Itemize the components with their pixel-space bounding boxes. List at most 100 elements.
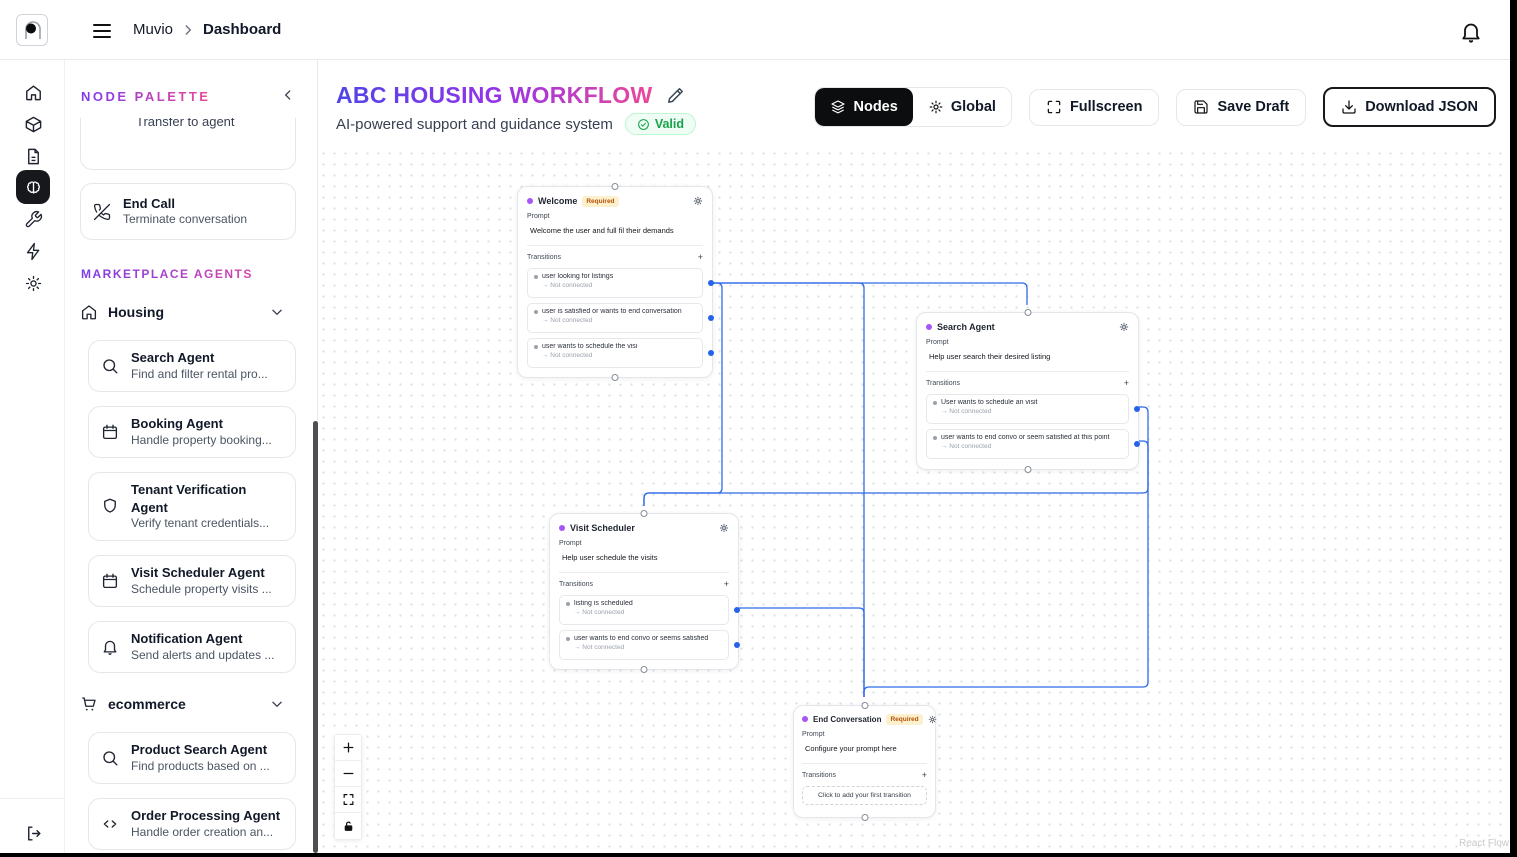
agent-title: Order Processing Agent [131,807,280,825]
node-welcome[interactable]: Welcome Required Prompt Welcome the user… [517,186,713,378]
node-visit-scheduler[interactable]: Visit Scheduler Prompt Help user schedul… [549,513,739,670]
prompt-label: Prompt [559,540,729,549]
add-transition-icon[interactable]: + [698,252,703,262]
tab-global[interactable]: Global [913,88,1011,126]
fullscreen-button[interactable]: Fullscreen [1029,89,1160,126]
prompt-text[interactable]: Help user schedule the visits [562,553,729,563]
node-handle-top[interactable] [1024,309,1031,316]
download-json-button[interactable]: Download JSON [1323,87,1496,127]
agent-card-search[interactable]: Search Agent Find and filter rental pro.… [88,340,296,392]
save-draft-button[interactable]: Save Draft [1176,89,1306,126]
palette-card-transfer-call[interactable]: Transfer to agent [80,118,296,170]
rail-zap-icon[interactable] [16,234,50,268]
rail-wrench-icon[interactable] [16,202,50,236]
node-handle-top[interactable] [612,183,619,190]
transition-label: user wants to end convo or seems satisfi… [574,635,708,642]
node-end-conversation[interactable]: End Conversation Required Prompt Configu… [793,705,936,818]
rail-package-icon[interactable] [16,107,50,141]
transition-dot [566,602,570,606]
chevron-right-icon [181,23,195,37]
breadcrumb-brand[interactable]: Muvio [133,21,173,38]
fit-view-icon[interactable] [335,787,361,813]
transition-item[interactable]: user wants to end convo or seems satisfi… [559,630,729,660]
transition-dot [566,637,570,641]
zoom-in-icon[interactable] [335,735,361,761]
edit-pencil-icon[interactable] [666,86,685,105]
transition-source-handle[interactable] [708,280,714,286]
transition-item[interactable]: user is satisfied or wants to end conver… [527,303,703,333]
logout-icon[interactable] [16,816,50,850]
add-transition-icon[interactable]: + [724,579,729,589]
collapse-sidebar-icon[interactable] [281,88,295,102]
transition-dot [534,275,538,279]
rail-file-icon[interactable] [16,139,50,173]
transition-source-handle[interactable] [708,315,714,321]
transition-status: → Not connected [542,352,696,359]
tab-global-label: Global [951,99,996,115]
prompt-text[interactable]: Configure your prompt here [805,744,927,754]
agent-card-notification[interactable]: Notification Agent Send alerts and updat… [88,621,296,673]
window-scrollbar-vertical[interactable] [1510,0,1517,857]
agent-card-product-search[interactable]: Product Search Agent Find products based… [88,732,296,784]
rail-home-icon[interactable] [16,75,50,109]
window-scrollbar-horizontal[interactable] [0,853,1517,857]
zoom-out-icon[interactable] [335,761,361,787]
rail-brain-icon-active[interactable] [16,170,50,204]
node-palette-sidebar: NODE PALETTE Transfer to agent End Call … [65,60,318,857]
node-handle-bottom[interactable] [1024,466,1031,473]
group-ecommerce[interactable]: ecommerce [80,690,296,718]
transition-source-handle[interactable] [1134,441,1140,447]
divider [802,763,927,764]
node-handle-top[interactable] [641,510,648,517]
transition-item[interactable]: User wants to schedule an visit → Not co… [926,394,1129,424]
node-settings-gear-icon[interactable] [928,715,937,724]
transition-dot [534,310,538,314]
add-transition-icon[interactable]: + [1124,378,1129,388]
transition-source-handle[interactable] [734,607,740,613]
palette-title: NODE PALETTE [81,89,210,104]
app-logo[interactable] [16,14,48,46]
agent-card-visit-scheduler[interactable]: Visit Scheduler Agent Schedule property … [88,555,296,607]
transition-item[interactable]: listing is scheduled → Not connected [559,595,729,625]
transition-source-handle[interactable] [734,642,740,648]
node-handle-bottom[interactable] [641,666,648,673]
status-badge-valid: Valid [625,113,696,135]
transition-item[interactable]: user looking for listings → Not connecte… [527,268,703,298]
group-housing[interactable]: Housing [80,298,296,326]
node-handle-top[interactable] [861,702,868,709]
transition-source-handle[interactable] [1134,406,1140,412]
agent-card-booking[interactable]: Booking Agent Handle property booking... [88,406,296,458]
notifications-bell-icon[interactable] [1459,20,1483,44]
node-handle-bottom[interactable] [861,814,868,821]
sidebar-scrollbar[interactable] [313,421,318,853]
transition-item[interactable]: user wants to schedule the visi → Not co… [527,338,703,368]
transition-status: → Not connected [941,443,1122,450]
download-json-label: Download JSON [1365,99,1478,115]
tab-nodes[interactable]: Nodes [815,88,912,126]
prompt-text[interactable]: Help user search their desired listing [929,352,1129,362]
transition-source-handle[interactable] [708,350,714,356]
node-handle-bottom[interactable] [612,374,619,381]
rail-settings-icon[interactable] [16,266,50,300]
transition-label: user wants to end convo or seem satisfie… [941,434,1109,441]
workflow-canvas[interactable]: Welcome Required Prompt Welcome the user… [318,148,1517,857]
transition-item[interactable]: user wants to end convo or seem satisfie… [926,429,1129,459]
react-flow-attribution[interactable]: React Flow [1459,838,1509,849]
node-settings-gear-icon[interactable] [1119,322,1129,332]
node-settings-gear-icon[interactable] [719,523,729,533]
node-status-dot [926,324,932,330]
agent-card-order-processing[interactable]: Order Processing Agent Handle order crea… [88,798,296,850]
search-icon [101,749,119,767]
add-first-transition[interactable]: Click to add your first transition [802,786,927,805]
prompt-text[interactable]: Welcome the user and full fil their dema… [530,226,703,236]
add-transition-icon[interactable]: + [922,770,927,780]
prompt-label: Prompt [802,731,927,740]
palette-card-end-call[interactable]: End Call Terminate conversation [80,183,296,240]
lock-icon[interactable] [335,813,361,839]
agent-subtitle: Send alerts and updates ... [131,648,274,664]
node-search-agent[interactable]: Search Agent Prompt Help user search the… [916,312,1139,470]
agent-card-tenant-verification[interactable]: Tenant Verification Agent Verify tenant … [88,472,296,541]
fullscreen-label: Fullscreen [1070,99,1143,115]
menu-icon[interactable] [90,19,114,43]
node-settings-gear-icon[interactable] [693,196,703,206]
